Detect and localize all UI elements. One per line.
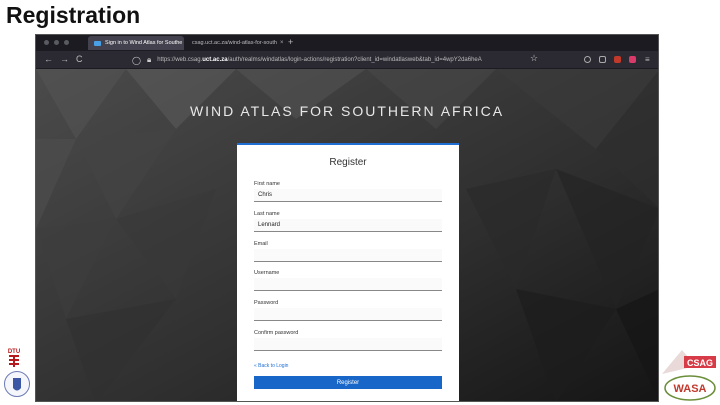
minimize-window-button[interactable] xyxy=(54,40,59,45)
tab-sign-in[interactable]: Sign in to Wind Atlas for Southe × xyxy=(88,36,184,50)
confirm-password-field[interactable] xyxy=(254,338,442,351)
tab-csag[interactable]: csag.uct.ac.za/wind-atlas-for-south × xyxy=(186,36,284,50)
csag-logo: CSAG xyxy=(662,344,718,374)
username-field[interactable] xyxy=(254,278,442,291)
username-label: Username xyxy=(254,270,280,276)
uct-logo xyxy=(4,371,30,397)
password-label: Password xyxy=(254,300,279,306)
email-field[interactable] xyxy=(254,249,442,262)
tab-close-icon[interactable]: × xyxy=(182,40,184,46)
forward-icon[interactable]: → xyxy=(60,54,69,64)
web-content: WIND ATLAS FOR SOUTHERN AFRICA Register … xyxy=(36,69,658,401)
dtu-logo: DTU xyxy=(7,346,21,368)
site-title: WIND ATLAS FOR SOUTHERN AFRICA xyxy=(189,103,505,119)
svg-text:CSAG: CSAG xyxy=(687,358,713,368)
slide-title: Registration xyxy=(6,2,141,28)
svg-text:DTU: DTU xyxy=(8,349,20,355)
tab-bar: Sign in to Wind Atlas for Southe × csag.… xyxy=(36,35,658,51)
url-path: /auth/realms/windatlas/login-actions/reg… xyxy=(227,57,482,63)
reload-icon[interactable]: C xyxy=(76,54,83,64)
back-icon[interactable]: ← xyxy=(44,54,53,64)
register-button[interactable]: Register xyxy=(254,376,442,389)
email-label: Email xyxy=(254,241,268,247)
back-to-login-link[interactable]: « Back to Login xyxy=(254,363,288,369)
maximize-window-button[interactable] xyxy=(64,40,69,45)
svg-text:WASA: WASA xyxy=(674,383,707,395)
window-controls xyxy=(44,40,69,45)
wasa-logo: WASA xyxy=(664,375,716,401)
url-prefix: https://web.csag. xyxy=(157,57,203,63)
last-name-label: Last name xyxy=(254,211,280,217)
site-favicon-icon xyxy=(94,40,101,46)
shield-icon[interactable]: ◯ xyxy=(132,56,141,65)
tab-close-icon[interactable]: × xyxy=(277,40,284,46)
browser-window: Sign in to Wind Atlas for Southe × csag.… xyxy=(35,34,659,402)
menu-icon[interactable]: ≡ xyxy=(645,55,650,64)
last-name-field[interactable]: Lennard xyxy=(254,219,442,232)
url-domain: uct.ac.za xyxy=(202,57,228,63)
tab-label: Sign in to Wind Atlas for Southe xyxy=(105,40,183,46)
pocket-icon[interactable] xyxy=(584,56,591,63)
tab-label: csag.uct.ac.za/wind-atlas-for-south xyxy=(192,40,277,46)
new-tab-button[interactable]: + xyxy=(288,37,293,47)
nav-bar: ← → C ◯ 🔒︎ https://web.csag. uct.ac.za/au… xyxy=(36,51,658,69)
lock-icon[interactable]: 🔒︎ xyxy=(147,55,151,65)
reader-view-icon[interactable] xyxy=(599,56,606,63)
first-name-label: First name xyxy=(254,181,280,187)
first-name-field[interactable]: Chris xyxy=(254,189,442,202)
bookmark-star-icon[interactable]: ☆ xyxy=(530,53,538,64)
extension-2-icon[interactable] xyxy=(629,56,636,63)
register-heading: Register xyxy=(329,157,367,168)
extension-icon[interactable] xyxy=(614,56,621,63)
close-window-button[interactable] xyxy=(44,40,49,45)
password-field[interactable] xyxy=(254,308,442,321)
register-card: Register First name Chris Last name Lenn… xyxy=(237,143,459,401)
url-bar[interactable]: ◯ 🔒︎ https://web.csag. uct.ac.za/auth/rea… xyxy=(132,54,524,66)
confirm-password-label: Confirm password xyxy=(254,330,299,336)
